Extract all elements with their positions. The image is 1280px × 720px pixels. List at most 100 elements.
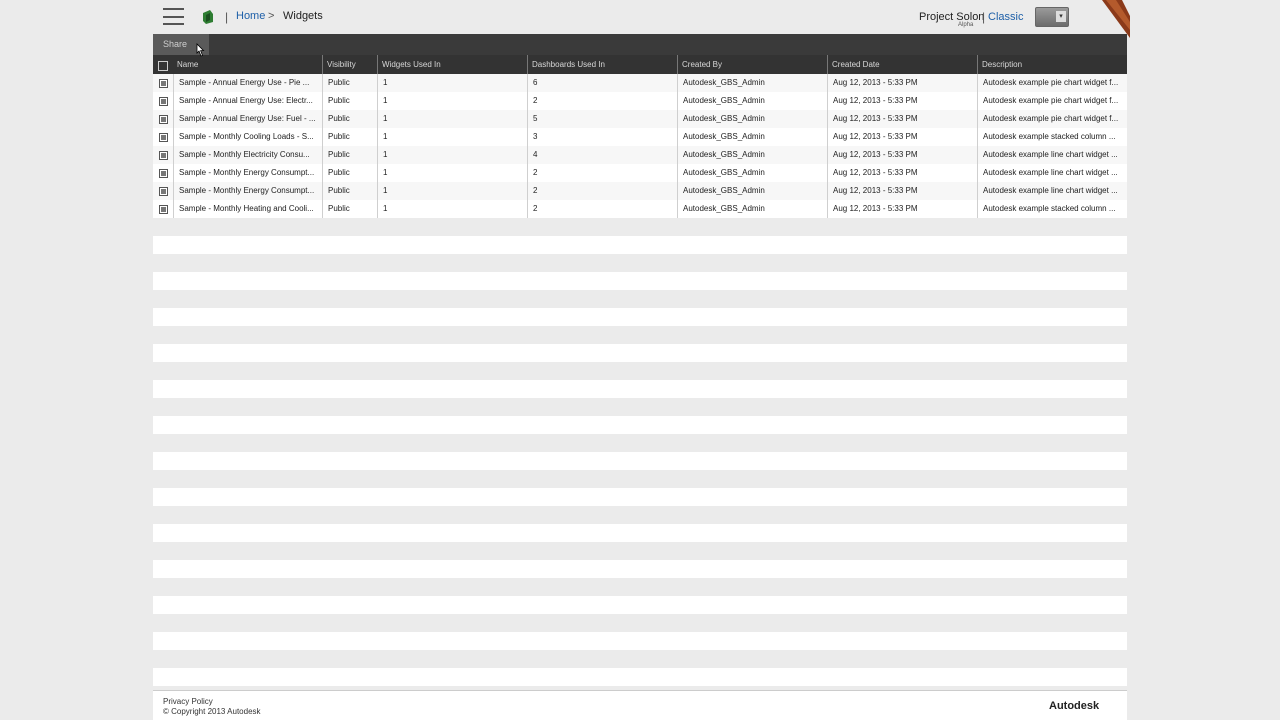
cell-description: Autodesk example pie chart widget f... (977, 74, 1127, 92)
table-row[interactable]: Sample - Annual Energy Use: Electr... Pub… (153, 92, 1127, 110)
cell-dashboards-used: 2 (527, 200, 677, 218)
breadcrumb-divider: | (225, 10, 229, 24)
cell-created-date: Aug 12, 2013 - 5:33 PM (827, 128, 977, 146)
cell-visibility: Public (322, 164, 377, 182)
table-row[interactable]: Sample - Monthly Electricity Consu... Pub… (153, 146, 1127, 164)
row-checkbox[interactable] (159, 187, 168, 196)
breadcrumb-home-link[interactable]: Home (236, 10, 265, 22)
cell-name: Sample - Annual Energy Use: Electr... (173, 92, 322, 110)
cell-description: Autodesk example pie chart widget f... (977, 92, 1127, 110)
cell-widgets-used: 1 (377, 200, 527, 218)
project-name: Project Solon (919, 11, 985, 23)
footer (153, 691, 1127, 720)
cell-created-date: Aug 12, 2013 - 5:33 PM (827, 74, 977, 92)
row-checkbox[interactable] (159, 115, 168, 124)
column-header-dashboards-used[interactable]: Dashboards Used In (527, 55, 677, 74)
cell-name: Sample - Monthly Energy Consumpt... (173, 164, 322, 182)
cell-name: Sample - Monthly Heating and Cooli... (173, 200, 322, 218)
cell-visibility: Public (322, 92, 377, 110)
cell-widgets-used: 1 (377, 182, 527, 200)
row-checkbox[interactable] (159, 133, 168, 142)
chevron-down-icon: ▾ (1056, 11, 1066, 22)
cell-created-by: Autodesk_GBS_Admin (677, 110, 827, 128)
cell-dashboards-used: 4 (527, 146, 677, 164)
cell-dashboards-used: 2 (527, 92, 677, 110)
row-checkbox[interactable] (159, 151, 168, 160)
table-row[interactable]: Sample - Monthly Heating and Cooli... Pub… (153, 200, 1127, 218)
cell-created-date: Aug 12, 2013 - 5:33 PM (827, 164, 977, 182)
column-header-widgets-used[interactable]: Widgets Used In (377, 55, 527, 74)
cell-description: Autodesk example line chart widget ... (977, 182, 1127, 200)
table-toolbar (153, 34, 1127, 55)
privacy-policy-link[interactable]: Privacy Policy (163, 697, 213, 706)
classic-link[interactable]: Classic (988, 11, 1023, 23)
menu-hamburger-icon[interactable] (163, 8, 184, 25)
breadcrumb-separator: > (268, 10, 275, 22)
column-header-created-by[interactable]: Created By (677, 55, 827, 74)
cell-dashboards-used: 5 (527, 110, 677, 128)
autodesk-brand-logo: Autodesk (1049, 700, 1100, 712)
cell-created-by: Autodesk_GBS_Admin (677, 146, 827, 164)
cell-created-date: Aug 12, 2013 - 5:33 PM (827, 110, 977, 128)
cell-widgets-used: 1 (377, 128, 527, 146)
row-checkbox[interactable] (159, 205, 168, 214)
cell-widgets-used: 1 (377, 74, 527, 92)
table-row[interactable]: Sample - Annual Energy Use: Fuel - ... Pu… (153, 110, 1127, 128)
cell-visibility: Public (322, 74, 377, 92)
user-menu-button[interactable]: ▾ (1035, 7, 1069, 27)
cell-dashboards-used: 6 (527, 74, 677, 92)
cell-created-date: Aug 12, 2013 - 5:33 PM (827, 92, 977, 110)
column-header-visibility[interactable]: Visibility (322, 55, 377, 74)
row-checkbox[interactable] (159, 79, 168, 88)
cell-name: Sample - Monthly Cooling Loads - S... (173, 128, 322, 146)
empty-table-area (153, 218, 1127, 688)
cell-created-date: Aug 12, 2013 - 5:33 PM (827, 182, 977, 200)
row-checkbox[interactable] (159, 169, 168, 178)
cell-dashboards-used: 2 (527, 164, 677, 182)
cell-visibility: Public (322, 110, 377, 128)
cell-visibility: Public (322, 200, 377, 218)
cell-dashboards-used: 2 (527, 182, 677, 200)
cell-description: Autodesk example pie chart widget f... (977, 110, 1127, 128)
cell-dashboards-used: 3 (527, 128, 677, 146)
table-row[interactable]: Sample - Monthly Cooling Loads - S... Pub… (153, 128, 1127, 146)
cell-description: Autodesk example line chart widget ... (977, 164, 1127, 182)
cell-created-by: Autodesk_GBS_Admin (677, 74, 827, 92)
cell-created-by: Autodesk_GBS_Admin (677, 128, 827, 146)
mouse-cursor-icon (196, 43, 205, 57)
breadcrumb-current: Widgets (283, 10, 323, 22)
cell-created-date: Aug 12, 2013 - 5:33 PM (827, 200, 977, 218)
cell-created-date: Aug 12, 2013 - 5:33 PM (827, 146, 977, 164)
table-row[interactable]: Sample - Annual Energy Use - Pie ... Publ… (153, 74, 1127, 92)
cell-created-by: Autodesk_GBS_Admin (677, 92, 827, 110)
cell-visibility: Public (322, 146, 377, 164)
cell-description: Autodesk example stacked column ... (977, 200, 1127, 218)
cell-name: Sample - Monthly Energy Consumpt... (173, 182, 322, 200)
column-header-description[interactable]: Description (977, 55, 1127, 74)
table-row[interactable]: Sample - Monthly Energy Consumpt... Publi… (153, 182, 1127, 200)
select-all-checkbox[interactable] (158, 61, 168, 71)
cell-created-by: Autodesk_GBS_Admin (677, 182, 827, 200)
project-stage-label: Alpha (958, 22, 974, 28)
cell-widgets-used: 1 (377, 164, 527, 182)
app-logo-icon[interactable] (200, 9, 216, 25)
header-divider: | (982, 10, 986, 24)
row-checkbox[interactable] (159, 97, 168, 106)
cell-name: Sample - Annual Energy Use - Pie ... (173, 74, 322, 92)
table-row[interactable]: Sample - Monthly Energy Consumpt... Publi… (153, 164, 1127, 182)
cell-name: Sample - Annual Energy Use: Fuel - ... (173, 110, 322, 128)
cell-created-by: Autodesk_GBS_Admin (677, 164, 827, 182)
column-header-created-date[interactable]: Created Date (827, 55, 977, 74)
cell-visibility: Public (322, 182, 377, 200)
cell-widgets-used: 1 (377, 146, 527, 164)
widgets-table-body: Sample - Annual Energy Use - Pie ... Publ… (153, 74, 1127, 218)
cell-description: Autodesk example line chart widget ... (977, 146, 1127, 164)
column-header-name[interactable]: Name (173, 55, 322, 74)
cell-name: Sample - Monthly Electricity Consu... (173, 146, 322, 164)
copyright-text: © Copyright 2013 Autodesk (163, 707, 261, 716)
table-header: Name Visibility Widgets Used In Dashboar… (153, 55, 1127, 74)
cell-visibility: Public (322, 128, 377, 146)
cell-widgets-used: 1 (377, 92, 527, 110)
cell-description: Autodesk example stacked column ... (977, 128, 1127, 146)
cell-created-by: Autodesk_GBS_Admin (677, 200, 827, 218)
